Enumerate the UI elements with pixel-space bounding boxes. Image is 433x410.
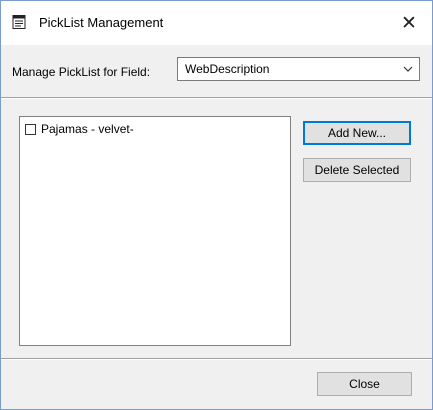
chevron-down-icon xyxy=(403,66,413,72)
field-selector-panel: Manage PickList for Field: WebDescriptio… xyxy=(1,45,432,97)
field-selector-label: Manage PickList for Field: xyxy=(12,65,151,79)
notepad-icon xyxy=(12,15,26,29)
picklist-dialog: PickList Management ✕ Manage PickList fo… xyxy=(0,0,433,410)
window-title: PickList Management xyxy=(39,15,164,30)
field-dropdown[interactable]: WebDescription xyxy=(177,57,420,81)
delete-selected-button[interactable]: Delete Selected xyxy=(303,158,411,182)
picklist-listbox[interactable]: Pajamas - velvet- xyxy=(19,116,291,346)
field-dropdown-value: WebDescription xyxy=(185,62,270,76)
close-button[interactable]: Close xyxy=(317,372,412,396)
title-bar: PickList Management ✕ xyxy=(1,1,432,45)
list-item[interactable]: Pajamas - velvet- xyxy=(25,122,134,136)
list-item-label: Pajamas - velvet- xyxy=(41,122,134,136)
add-new-button[interactable]: Add New... xyxy=(303,121,411,145)
list-item-checkbox[interactable] xyxy=(25,123,36,135)
top-separator xyxy=(1,97,432,99)
window-close-button[interactable]: ✕ xyxy=(392,8,426,38)
bottom-separator xyxy=(1,358,432,360)
close-icon: ✕ xyxy=(401,12,417,34)
